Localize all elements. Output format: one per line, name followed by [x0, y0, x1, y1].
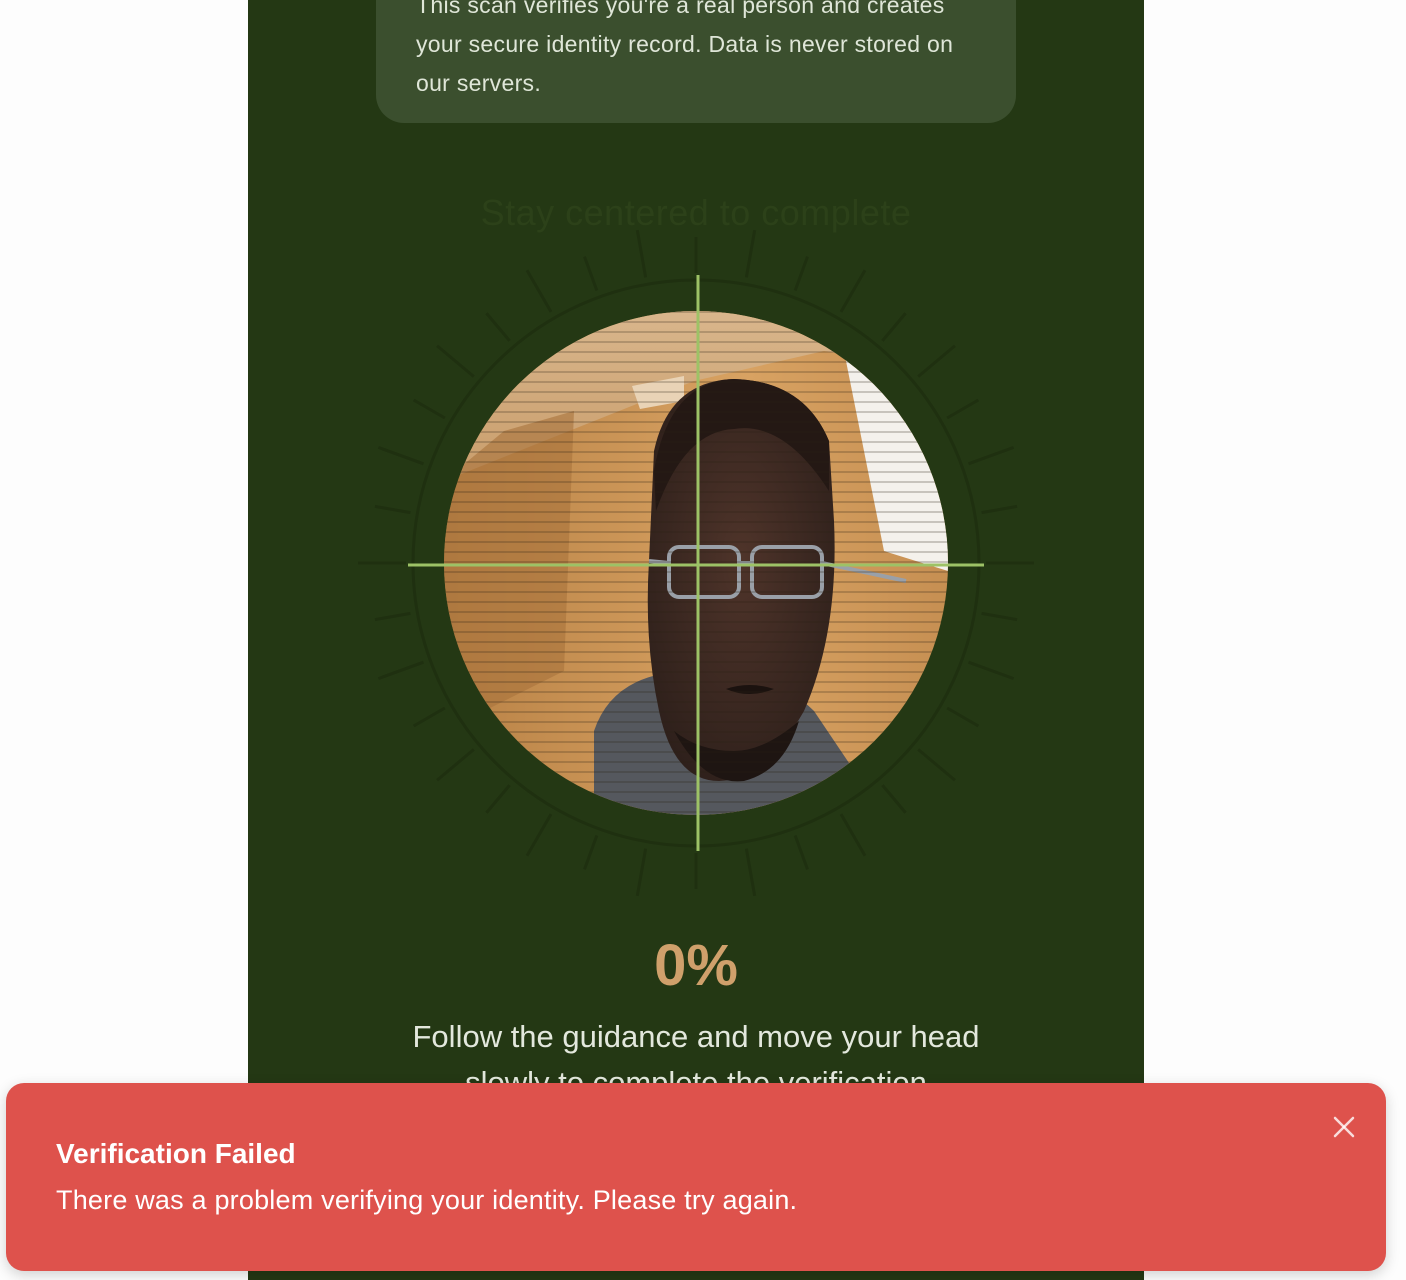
close-icon[interactable] [1328, 1111, 1360, 1143]
progress-percent: 0% [654, 933, 738, 998]
error-toast: Verification Failed There was a problem … [6, 1083, 1386, 1271]
crosshair [408, 275, 984, 851]
toast-description: There was a problem verifying your ident… [56, 1185, 798, 1215]
toast-title: Verification Failed [56, 1138, 296, 1169]
